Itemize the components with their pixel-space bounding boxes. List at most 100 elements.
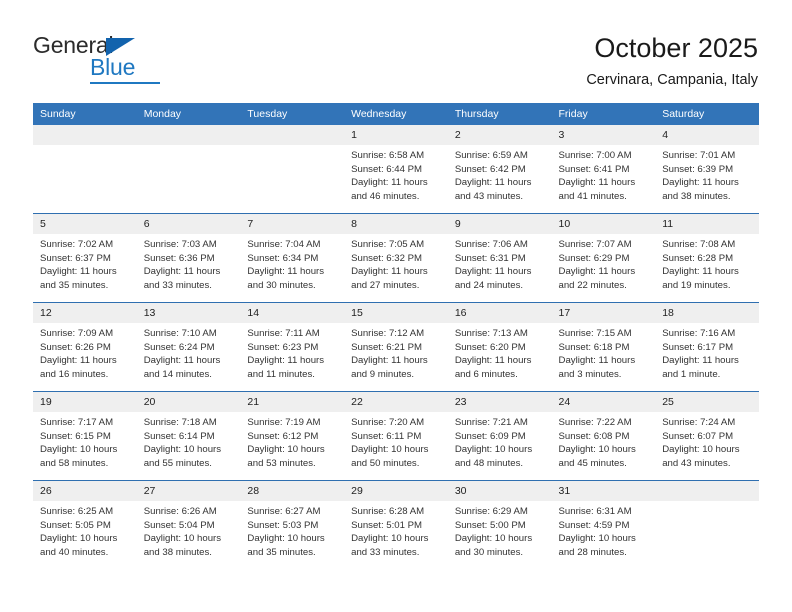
- calendar-day-cell[interactable]: 25 Sunrise: 7:24 AM Sunset: 6:07 PM Dayligh…: [655, 391, 759, 481]
- weekday-header-row: Sunday Monday Tuesday Wednesday Thursday…: [33, 103, 759, 125]
- day-cell-content: 5 Sunrise: 7:02 AM Sunset: 6:37 PM Daylight…: [33, 214, 137, 302]
- daylight-duration-line2: and 55 minutes.: [143, 457, 212, 469]
- sunrise-time: Sunrise: 7:07 AM: [558, 239, 632, 250]
- calendar-day-cell[interactable]: 11 Sunrise: 7:08 AM Sunset: 6:28 PM Dayligh…: [655, 213, 759, 303]
- day-details: Sunrise: 6:29 AM Sunset: 5:00 PM Daylight:…: [448, 501, 552, 559]
- sunrise-time: Sunrise: 6:27 AM: [247, 506, 321, 517]
- daylight-duration-line2: and 30 minutes.: [454, 546, 524, 558]
- daylight-duration-line2: and 35 minutes.: [40, 279, 109, 291]
- sunrise-time: Sunrise: 7:16 AM: [662, 328, 736, 339]
- calendar-day-cell[interactable]: 19 Sunrise: 7:17 AM Sunset: 6:15 PM Dayligh…: [33, 391, 137, 481]
- calendar-day-cell[interactable]: 8 Sunrise: 7:05 AM Sunset: 6:32 PM Daylight…: [344, 213, 448, 303]
- day-number: 23: [447, 392, 552, 412]
- calendar-day-cell[interactable]: 2 Sunrise: 6:59 AM Sunset: 6:42 PM Daylight…: [447, 125, 552, 214]
- daylight-duration-line1: Daylight: 10 hours: [143, 533, 222, 545]
- calendar-page: General Blue October 2025 Cervinara, Cam…: [0, 0, 792, 612]
- calendar-day-cell[interactable]: 6 Sunrise: 7:03 AM Sunset: 6:36 PM Daylight…: [136, 213, 241, 303]
- day-number: 7: [240, 214, 345, 234]
- calendar-day-cell-empty: [655, 480, 759, 569]
- calendar-day-cell[interactable]: 9 Sunrise: 7:06 AM Sunset: 6:31 PM Daylight…: [447, 213, 552, 303]
- calendar-day-cell[interactable]: 13 Sunrise: 7:10 AM Sunset: 6:24 PM Dayligh…: [136, 302, 241, 392]
- daylight-duration-line1: Daylight: 11 hours: [40, 266, 117, 278]
- sunset-time: Sunset: 6:31 PM: [454, 252, 526, 264]
- calendar-day-cell[interactable]: 1 Sunrise: 6:58 AM Sunset: 6:44 PM Daylight…: [344, 125, 448, 214]
- sunrise-time: Sunrise: 7:12 AM: [351, 328, 425, 339]
- daylight-duration-line2: and 35 minutes.: [247, 546, 316, 558]
- sunrise-time: Sunrise: 7:08 AM: [662, 239, 736, 250]
- day-number: 17: [551, 303, 656, 323]
- calendar-day-cell[interactable]: 3 Sunrise: 7:00 AM Sunset: 6:41 PM Daylight…: [551, 125, 656, 214]
- sunrise-time: Sunrise: 6:59 AM: [454, 150, 528, 161]
- day-details: Sunrise: 7:09 AM Sunset: 6:26 PM Daylight:…: [33, 323, 137, 381]
- calendar-day-cell[interactable]: 26 Sunrise: 6:25 AM Sunset: 5:05 PM Dayligh…: [33, 480, 137, 569]
- general-blue-logo[interactable]: General Blue: [33, 32, 213, 90]
- sunrise-time: Sunrise: 6:29 AM: [454, 506, 528, 517]
- day-number: [33, 125, 137, 145]
- daylight-duration-line2: and 28 minutes.: [558, 546, 627, 558]
- calendar-day-cell[interactable]: 17 Sunrise: 7:15 AM Sunset: 6:18 PM Dayligh…: [551, 302, 656, 392]
- daylight-duration-line2: and 38 minutes.: [662, 190, 731, 202]
- day-cell-content: 29 Sunrise: 6:28 AM Sunset: 5:01 PM Dayligh…: [344, 481, 448, 569]
- logo-underline: [90, 82, 160, 84]
- day-details: Sunrise: 7:11 AM Sunset: 6:23 PM Daylight:…: [240, 323, 344, 381]
- weekday-header-saturday: Saturday: [655, 103, 759, 125]
- day-number: 29: [344, 481, 448, 501]
- calendar-day-cell[interactable]: 14 Sunrise: 7:11 AM Sunset: 6:23 PM Dayligh…: [240, 302, 345, 392]
- daylight-duration-line2: and 33 minutes.: [143, 279, 212, 291]
- day-cell-content: 7 Sunrise: 7:04 AM Sunset: 6:34 PM Daylight…: [240, 214, 345, 302]
- calendar-day-cell[interactable]: 21 Sunrise: 7:19 AM Sunset: 6:12 PM Dayligh…: [240, 391, 345, 481]
- day-cell-content: 19 Sunrise: 7:17 AM Sunset: 6:15 PM Dayligh…: [33, 392, 137, 480]
- daylight-duration-line1: Daylight: 11 hours: [454, 266, 532, 278]
- sunrise-time: Sunrise: 7:19 AM: [247, 417, 321, 428]
- sunrise-time: Sunrise: 7:10 AM: [143, 328, 217, 339]
- day-details: Sunrise: 7:13 AM Sunset: 6:20 PM Daylight:…: [448, 323, 552, 381]
- daylight-duration-line2: and 48 minutes.: [454, 457, 524, 469]
- day-details: Sunrise: 7:01 AM Sunset: 6:39 PM Daylight:…: [655, 145, 759, 203]
- daylight-duration-line2: and 41 minutes.: [558, 190, 627, 202]
- sunset-time: Sunset: 5:05 PM: [40, 519, 111, 531]
- day-cell-content: 22 Sunrise: 7:20 AM Sunset: 6:11 PM Dayligh…: [344, 392, 448, 480]
- sunrise-time: Sunrise: 7:21 AM: [454, 417, 528, 428]
- calendar-day-cell[interactable]: 4 Sunrise: 7:01 AM Sunset: 6:39 PM Daylight…: [655, 125, 759, 214]
- sunrise-time: Sunrise: 7:18 AM: [143, 417, 217, 428]
- daylight-duration-line2: and 45 minutes.: [558, 457, 627, 469]
- daylight-duration-line1: Daylight: 11 hours: [558, 355, 636, 367]
- daylight-duration-line2: and 16 minutes.: [40, 368, 109, 380]
- sunset-time: Sunset: 6:28 PM: [662, 252, 734, 264]
- calendar-day-cell[interactable]: 20 Sunrise: 7:18 AM Sunset: 6:14 PM Dayligh…: [136, 391, 241, 481]
- day-cell-content: 6 Sunrise: 7:03 AM Sunset: 6:36 PM Daylight…: [136, 214, 241, 302]
- daylight-duration-line1: Daylight: 11 hours: [558, 177, 636, 189]
- calendar-day-cell[interactable]: 31 Sunrise: 6:31 AM Sunset: 4:59 PM Dayligh…: [551, 480, 656, 569]
- day-number: 5: [33, 214, 137, 234]
- weekday-header-sunday: Sunday: [33, 103, 137, 125]
- calendar-day-cell[interactable]: 5 Sunrise: 7:02 AM Sunset: 6:37 PM Daylight…: [33, 213, 137, 303]
- day-number: 28: [240, 481, 345, 501]
- calendar-day-cell[interactable]: 23 Sunrise: 7:21 AM Sunset: 6:09 PM Dayligh…: [447, 391, 552, 481]
- day-cell-content: 27 Sunrise: 6:26 AM Sunset: 5:04 PM Dayligh…: [136, 481, 241, 569]
- day-details: Sunrise: 7:10 AM Sunset: 6:24 PM Daylight:…: [137, 323, 241, 381]
- day-details: Sunrise: 7:21 AM Sunset: 6:09 PM Daylight:…: [448, 412, 552, 470]
- calendar-day-cell[interactable]: 15 Sunrise: 7:12 AM Sunset: 6:21 PM Dayligh…: [344, 302, 448, 392]
- day-cell-content: [655, 481, 759, 569]
- daylight-duration-line2: and 58 minutes.: [40, 457, 109, 469]
- day-number: 6: [136, 214, 241, 234]
- calendar-day-cell[interactable]: 10 Sunrise: 7:07 AM Sunset: 6:29 PM Dayligh…: [551, 213, 656, 303]
- day-details: Sunrise: 6:59 AM Sunset: 6:42 PM Daylight:…: [448, 145, 552, 203]
- calendar-day-cell[interactable]: 18 Sunrise: 7:16 AM Sunset: 6:17 PM Dayligh…: [655, 302, 759, 392]
- day-number: 2: [447, 125, 552, 145]
- calendar-day-cell[interactable]: 24 Sunrise: 7:22 AM Sunset: 6:08 PM Dayligh…: [551, 391, 656, 481]
- calendar-day-cell[interactable]: 7 Sunrise: 7:04 AM Sunset: 6:34 PM Daylight…: [240, 213, 345, 303]
- calendar-day-cell[interactable]: 27 Sunrise: 6:26 AM Sunset: 5:04 PM Dayligh…: [136, 480, 241, 569]
- calendar-day-cell[interactable]: 16 Sunrise: 7:13 AM Sunset: 6:20 PM Dayligh…: [447, 302, 552, 392]
- sunrise-time: Sunrise: 7:20 AM: [351, 417, 425, 428]
- calendar-day-cell[interactable]: 28 Sunrise: 6:27 AM Sunset: 5:03 PM Dayligh…: [240, 480, 345, 569]
- calendar-day-cell[interactable]: 22 Sunrise: 7:20 AM Sunset: 6:11 PM Dayligh…: [344, 391, 448, 481]
- sunrise-time: Sunrise: 6:26 AM: [143, 506, 217, 517]
- calendar-day-cell[interactable]: 12 Sunrise: 7:09 AM Sunset: 6:26 PM Dayligh…: [33, 302, 137, 392]
- daylight-duration-line1: Daylight: 11 hours: [662, 266, 739, 278]
- calendar-day-cell[interactable]: 29 Sunrise: 6:28 AM Sunset: 5:01 PM Dayligh…: [344, 480, 448, 569]
- daylight-duration-line2: and 53 minutes.: [247, 457, 316, 469]
- sunset-time: Sunset: 6:41 PM: [558, 163, 630, 175]
- calendar-day-cell[interactable]: 30 Sunrise: 6:29 AM Sunset: 5:00 PM Dayligh…: [447, 480, 552, 569]
- sunrise-time: Sunrise: 7:01 AM: [662, 150, 736, 161]
